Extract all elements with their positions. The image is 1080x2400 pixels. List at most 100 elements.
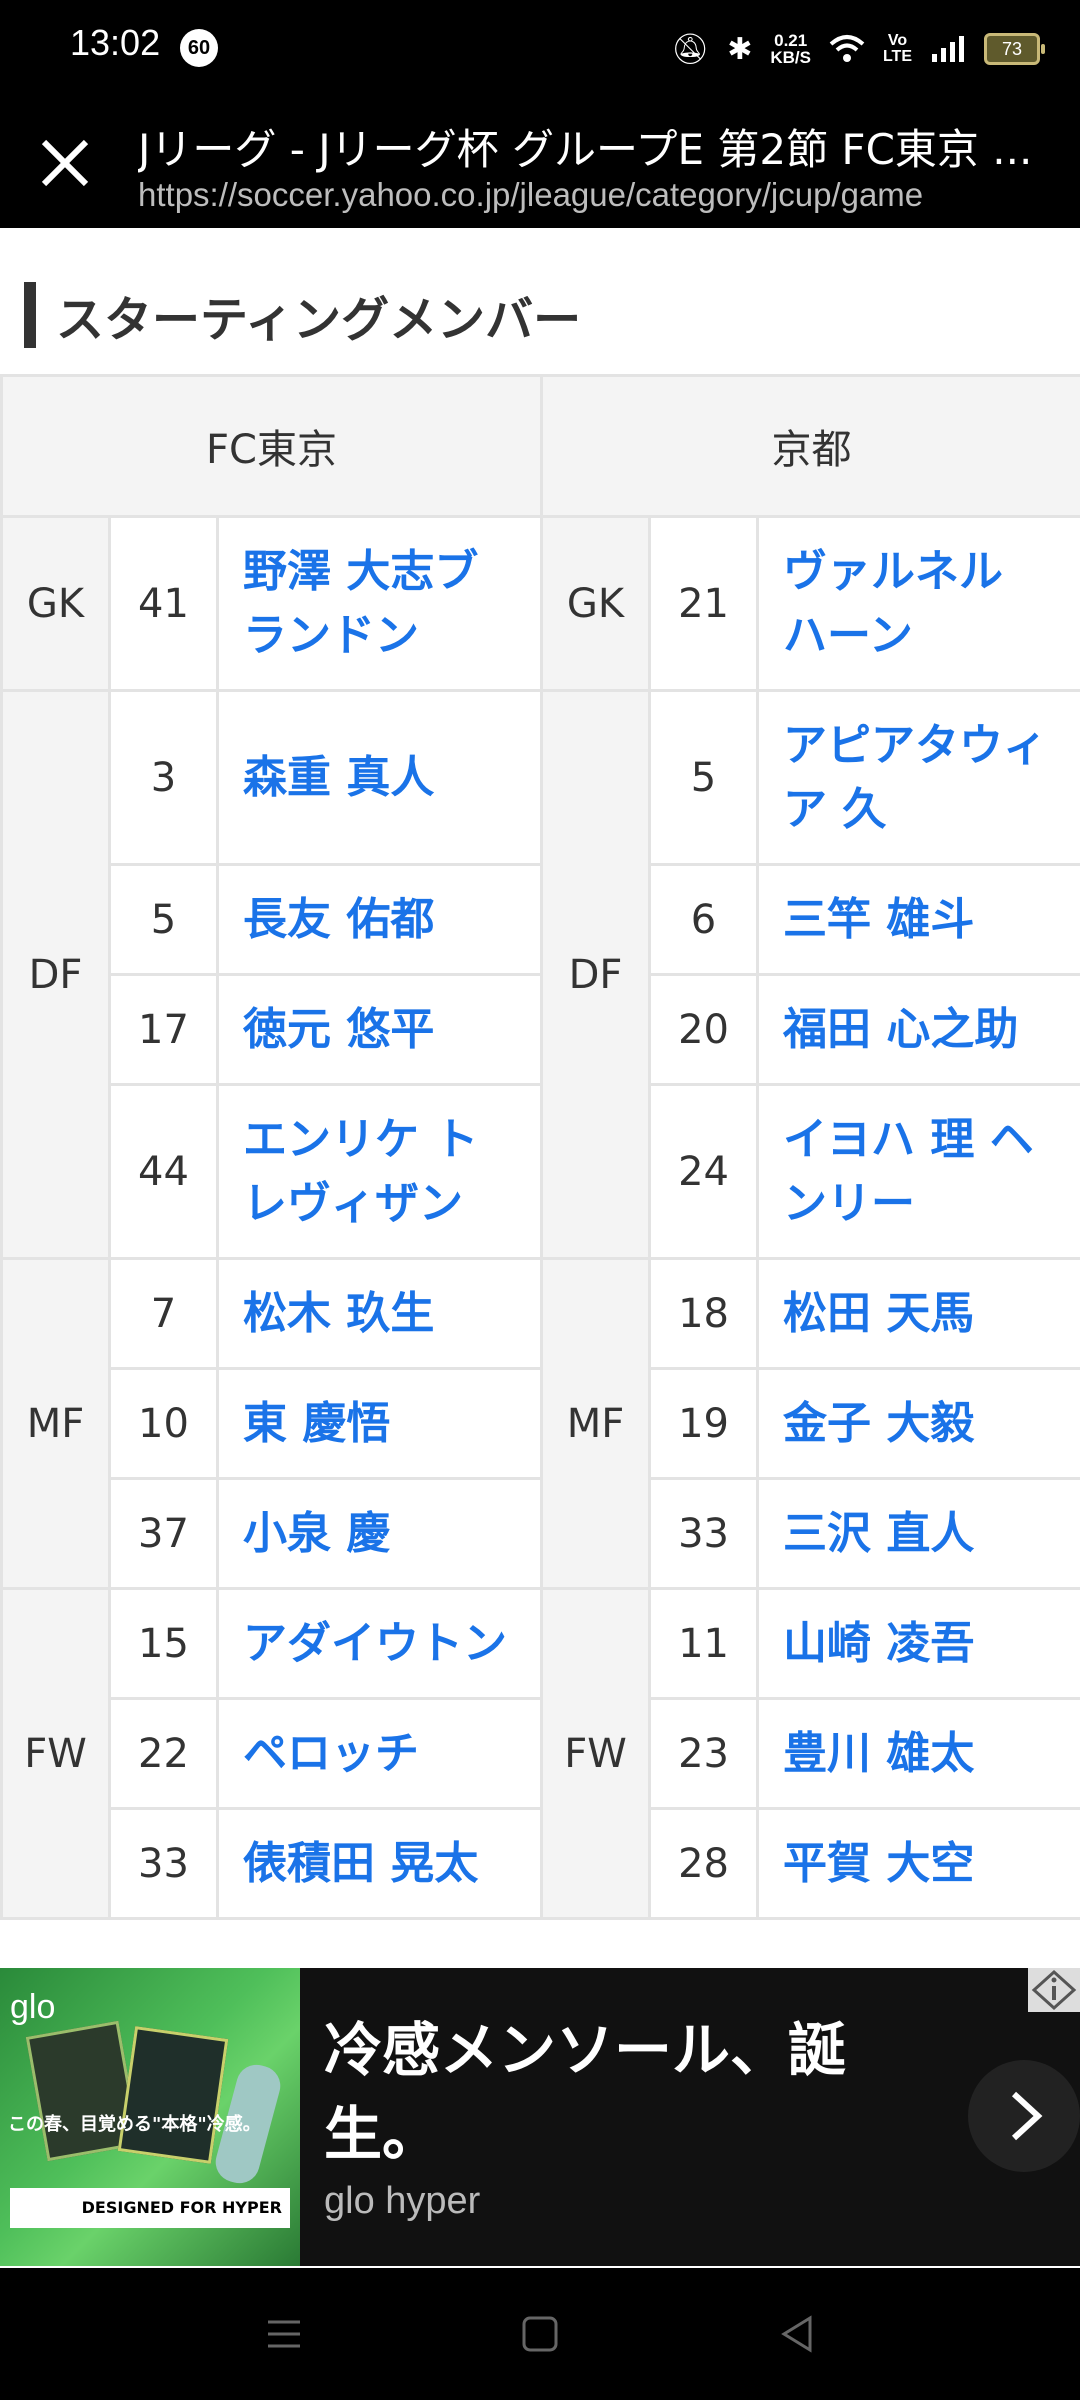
ad-next-button[interactable]: [968, 2060, 1080, 2172]
player-number: 21: [648, 515, 760, 692]
player-link[interactable]: 福田 心之助: [756, 973, 1080, 1086]
player-link[interactable]: 俵積田 晃太: [215, 1807, 544, 1920]
player-link[interactable]: 豊川 雄太: [756, 1697, 1080, 1810]
player-link[interactable]: 長友 佑都: [215, 863, 544, 976]
clock: 13:02: [70, 22, 161, 63]
browser-header: Jリーグ - Jリーグ杯 グループE 第2節 FC東京 ... https://…: [0, 96, 1080, 228]
away-position-gk: GK: [540, 515, 652, 692]
volte-line2: LTE: [882, 48, 912, 65]
home-position-gk: GK: [0, 515, 111, 692]
table-row: 44 エンリケ トレヴィザン 24 イヨハ 理 ヘンリー: [2, 1083, 1080, 1260]
player-number: 11: [648, 1587, 760, 1700]
player-number: 5: [108, 863, 219, 976]
network-speed-unit: KB/S: [770, 48, 811, 67]
ad-info-button[interactable]: [1028, 1968, 1080, 2012]
table-row: 22 ペロッチ 23 豊川 雄太: [2, 1697, 1080, 1810]
lineup-table: FC東京 京都 GK 41 野澤 大志ブランドン GK 21 ヴァルネル ハーン…: [0, 374, 1080, 1920]
table-row: 37 小泉 慶 33 三沢 直人: [2, 1477, 1080, 1590]
player-number: 6: [648, 863, 760, 976]
player-number: 41: [108, 515, 219, 692]
player-number: 20: [648, 973, 760, 1086]
table-row: 10 東 慶悟 19 金子 大毅: [2, 1367, 1080, 1480]
player-number: 37: [108, 1477, 219, 1590]
player-link[interactable]: 松木 玖生: [215, 1257, 544, 1370]
player-number: 17: [108, 973, 219, 1086]
ad-promo-text: この春、目覚める"本格"冷感。: [8, 2114, 261, 2135]
heading-accent-bar: [24, 282, 36, 348]
player-link[interactable]: 小泉 慶: [215, 1477, 544, 1590]
status-bar: 13:02 60 🔕︎ ✱ 0.21 KB/S Vo LTE 73: [0, 0, 1080, 96]
player-number: 23: [648, 1697, 760, 1810]
wifi-icon: [829, 35, 865, 62]
status-icons: 🔕︎ ✱ 0.21 KB/S Vo LTE 73: [671, 24, 1045, 74]
signal-icon: [932, 36, 964, 62]
player-link[interactable]: 平賀 大空: [756, 1807, 1080, 1920]
section-heading: スターティングメンバー: [24, 282, 581, 348]
player-number: 44: [108, 1083, 219, 1260]
player-link[interactable]: エンリケ トレヴィザン: [215, 1083, 544, 1260]
back-icon[interactable]: [776, 2312, 820, 2356]
player-link[interactable]: アダイウトン: [215, 1587, 544, 1700]
bluetooth-icon: ✱: [727, 31, 753, 67]
close-button[interactable]: [30, 128, 100, 198]
ad-sponsor[interactable]: glo hyper: [324, 2180, 480, 2223]
table-row: FW 15 アダイウトン FW 11 山崎 凌吾: [0, 1587, 1080, 1920]
home-position-fw: FW: [0, 1587, 111, 1920]
table-row: 33 俵積田 晃太 28 平賀 大空: [2, 1807, 1080, 1920]
close-icon: [41, 139, 89, 187]
silent-icon: 🔕︎: [671, 31, 710, 67]
table-row: MF 7 松木 玖生 MF 18 松田 天馬: [0, 1257, 1080, 1590]
player-number: 24: [648, 1083, 760, 1260]
player-link[interactable]: 徳元 悠平: [215, 973, 544, 1086]
away-position-mf: MF: [540, 1257, 652, 1590]
page-url[interactable]: https://soccer.yahoo.co.jp/jleague/categ…: [138, 176, 1058, 214]
away-position-df: DF: [540, 689, 652, 1260]
ad-image[interactable]: glo この春、目覚める"本格"冷感。 DESIGNED FOR HYPER: [0, 1968, 300, 2266]
away-position-fw: FW: [540, 1587, 652, 1920]
home-team-name: FC東京: [0, 374, 544, 518]
player-link[interactable]: アピアタウィア 久: [756, 689, 1080, 866]
player-number: 28: [648, 1807, 760, 1920]
away-team-name: 京都: [540, 374, 1080, 518]
player-number: 5: [648, 689, 760, 866]
table-row: 5 長友 佑都 6 三竿 雄斗: [2, 863, 1080, 976]
player-link[interactable]: ヴァルネル ハーン: [756, 515, 1080, 692]
player-link[interactable]: 東 慶悟: [215, 1367, 544, 1480]
home-position-df: DF: [0, 689, 111, 1260]
player-number: 15: [108, 1587, 219, 1700]
player-link[interactable]: ペロッチ: [215, 1697, 544, 1810]
player-link[interactable]: 松田 天馬: [756, 1257, 1080, 1370]
player-number: 22: [108, 1697, 219, 1810]
notification-badge: 60: [180, 29, 218, 67]
player-link[interactable]: 森重 真人: [215, 689, 544, 866]
ad-banner[interactable]: glo この春、目覚める"本格"冷感。 DESIGNED FOR HYPER 冷…: [0, 1968, 1080, 2266]
player-link[interactable]: 三沢 直人: [756, 1477, 1080, 1590]
table-row: 17 徳元 悠平 20 福田 心之助: [2, 973, 1080, 1086]
ad-info-icon: [1031, 1969, 1077, 2011]
player-link[interactable]: 三竿 雄斗: [756, 863, 1080, 976]
player-link[interactable]: 金子 大毅: [756, 1367, 1080, 1480]
menu-icon[interactable]: [262, 2312, 306, 2356]
player-link[interactable]: 山崎 凌吾: [756, 1587, 1080, 1700]
home-icon[interactable]: [518, 2312, 562, 2356]
ad-designed-text: DESIGNED FOR HYPER: [10, 2188, 290, 2228]
player-number: 19: [648, 1367, 760, 1480]
chevron-right-icon: [1011, 2091, 1043, 2141]
player-number: 33: [648, 1477, 760, 1590]
team-header-row: FC東京 京都: [0, 374, 1080, 518]
page-title: Jリーグ - Jリーグ杯 グループE 第2節 FC東京 ...: [138, 125, 1033, 174]
ad-headline[interactable]: 冷感メンソール、誕生。: [324, 2008, 924, 2176]
network-speed: 0.21 KB/S: [770, 32, 811, 66]
player-number: 10: [108, 1367, 219, 1480]
table-row: GK 41 野澤 大志ブランドン GK 21 ヴァルネル ハーン: [0, 515, 1080, 692]
system-nav-bar: [0, 2268, 1080, 2400]
player-link[interactable]: イヨハ 理 ヘンリー: [756, 1083, 1080, 1260]
battery-indicator: 73: [984, 33, 1045, 65]
section-title: スターティングメンバー: [56, 292, 582, 348]
ad-brand-logo: glo: [10, 1988, 56, 2026]
table-row: DF 3 森重 真人 DF 5 アピアタウィア 久: [0, 689, 1080, 1260]
player-number: 7: [108, 1257, 219, 1370]
volte-line1: Vo: [887, 32, 908, 49]
player-number: 3: [108, 689, 219, 866]
player-link[interactable]: 野澤 大志ブランドン: [215, 515, 544, 692]
